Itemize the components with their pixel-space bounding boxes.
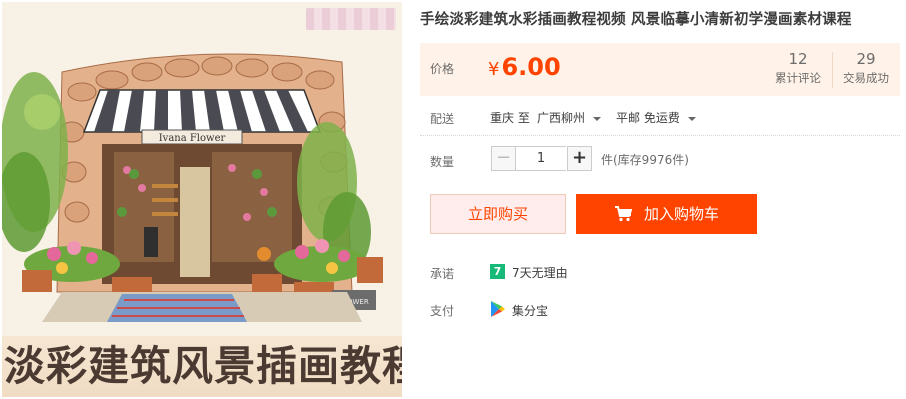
striped-awning [82,89,322,133]
shipping-method-text: 平邮 免运费 [616,111,680,125]
shopping-cart-icon [614,206,633,222]
chevron-down-icon [687,116,696,121]
payment-method-text[interactable]: 集分宝 [512,302,548,319]
watermark-blur [306,8,396,30]
payment-label: 支付 [430,304,455,318]
quantity-increase-button[interactable]: + [567,146,592,171]
promise-label: 承诺 [430,267,455,281]
quantity-input[interactable] [516,146,566,171]
shipping-label: 配送 [430,112,455,126]
price-label: 价格 [430,62,455,76]
destination-select[interactable]: 广西柳州 [537,109,602,126]
price-value: ¥6.00 [488,49,561,88]
price-amount: 6.00 [501,53,561,81]
add-to-cart-button[interactable]: 加入购物车 [576,194,757,234]
stock-text: 件(库存9976件) [601,153,689,167]
seven-day-return-icon: 7 [490,264,505,279]
promise-text[interactable]: 7天无理由 [512,264,568,281]
reviews-count: 12 [788,50,808,68]
quantity-label: 数量 [430,155,455,169]
product-title: 手绘淡彩建筑水彩插画教程视频 风景临摹小清新初学漫画素材课程 [420,12,852,28]
transactions-count: 29 [856,50,876,68]
shop-sign-text: Ivana Flower [159,133,226,144]
shipping-from: 重庆 至 [490,111,530,125]
stat-reviews[interactable]: 12 累计评论 [770,49,826,87]
dotted-divider [420,135,900,136]
image-caption: 淡彩建筑风景插画教程 [2,336,402,397]
destination-text: 广西柳州 [537,111,586,125]
price-panel: 价格 ¥6.00 12 累计评论 29 交易成功 [420,43,900,96]
reviews-label: 累计评论 [775,71,821,85]
product-image[interactable]: Ivana Flower FLOWER 淡彩建筑风景插画教程 [2,2,402,397]
chevron-down-icon [593,116,602,121]
add-to-cart-label: 加入购物车 [643,205,719,223]
stat-divider [832,52,833,88]
shipping-method-select[interactable]: 平邮 免运费 [616,109,696,126]
play-store-icon [491,301,505,317]
buy-now-button[interactable]: 立即购买 [430,194,566,234]
currency-symbol: ¥ [488,59,500,80]
quantity-decrease-button[interactable]: − [491,146,516,171]
transactions-label: 交易成功 [843,71,889,85]
stat-transactions[interactable]: 29 交易成功 [838,49,894,87]
